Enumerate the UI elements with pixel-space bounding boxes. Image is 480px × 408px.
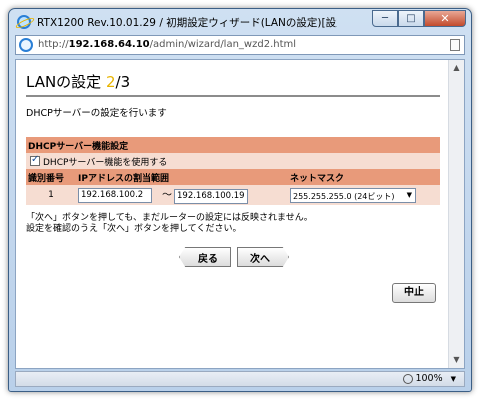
cancel-button[interactable]: 中止: [392, 283, 436, 303]
netmask-select[interactable]: 255.255.255.0 (24ビット) ▼: [290, 187, 416, 203]
title-bar[interactable]: RTX1200 Rev.10.01.29 / 初期設定ウィザード(LANの設定)…: [9, 9, 471, 35]
ie-logo-icon: [17, 15, 31, 29]
back-button[interactable]: 戻る: [179, 247, 231, 267]
content-viewport: LANの設定 2/3 DHCPサーバーの設定を行います DHCPサーバー機能設定…: [15, 59, 465, 369]
range-start-cell: [76, 185, 158, 205]
wizard-nav: 戻る 次へ: [26, 247, 442, 267]
checkmark-icon: ✓: [31, 154, 40, 165]
close-button[interactable]: ✕: [424, 10, 466, 27]
cancel-row: 中止: [26, 283, 442, 303]
note-line-1: 「次へ」ボタンを押しても、まだルーターの設定には反映されません。: [26, 213, 313, 223]
table-row: 1 〜 255.255.255.0 (24ビット) ▼: [26, 185, 440, 205]
netmask-cell: 255.255.255.0 (24ビット) ▼: [288, 185, 440, 205]
status-bar: 100% ▼: [15, 371, 465, 387]
address-bar[interactable]: http://192.168.64.10/admin/wizard/lan_wz…: [15, 35, 465, 55]
scroll-down-arrow-icon[interactable]: ▼: [451, 354, 462, 366]
notes: 「次へ」ボタンを押しても、まだルーターの設定には反映されません。 設定を確認のう…: [26, 213, 442, 235]
step-current: 2: [105, 73, 116, 91]
next-button[interactable]: 次へ: [237, 247, 289, 267]
dhcp-enable-checkbox[interactable]: ✓: [30, 154, 40, 166]
page-globe-icon: [19, 38, 33, 52]
page-title: LANの設定 2/3: [26, 73, 131, 91]
note-line-2: 設定を確認のうえ「次へ」ボタンを押してください。: [26, 224, 242, 234]
wizard-page: LANの設定 2/3 DHCPサーバーの設定を行います DHCPサーバー機能設定…: [26, 72, 442, 303]
vertical-scrollbar[interactable]: ▲ ▼: [448, 60, 464, 368]
url-text: http://192.168.64.10/admin/wizard/lan_wz…: [38, 39, 297, 50]
col-header-mask: ネットマスク: [290, 173, 345, 184]
minimize-button[interactable]: ─: [372, 10, 398, 27]
range-end-input[interactable]: [174, 188, 248, 204]
browser-window: RTX1200 Rev.10.01.29 / 初期設定ウィザード(LANの設定)…: [8, 8, 472, 392]
step-total: /3: [115, 73, 131, 91]
zoom-icon: [403, 373, 414, 384]
dropdown-arrow-icon: ▼: [406, 190, 412, 199]
maximize-button[interactable]: □: [398, 10, 424, 27]
col-header-id: 識別番号: [28, 173, 65, 184]
range-end-cell: 〜: [158, 185, 288, 205]
page-document-icon[interactable]: [450, 39, 460, 51]
zoom-dropdown-icon: ▼: [450, 375, 456, 383]
scroll-up-arrow-icon[interactable]: ▲: [451, 62, 462, 74]
zoom-level: 100%: [415, 373, 443, 384]
window-controls: ─ □ ✕: [372, 10, 466, 28]
row-id: 1: [48, 190, 54, 200]
range-start-input[interactable]: [78, 187, 152, 203]
dhcp-enable-label[interactable]: DHCPサーバー機能を使用する: [43, 158, 167, 168]
title-divider: [26, 95, 440, 97]
dhcp-enable-row: ✓ DHCPサーバー機能を使用する: [26, 153, 440, 169]
col-header-range: IPアドレスの割当範囲: [78, 173, 169, 184]
page-subtitle: DHCPサーバーの設定を行います: [26, 108, 167, 119]
range-separator: 〜: [162, 190, 172, 202]
dhcp-settings-table: DHCPサーバー機能設定 ✓ DHCPサーバー機能を使用する 識別番号 IPアドレ…: [26, 137, 440, 205]
netmask-value: 255.255.255.0 (24ビット): [293, 191, 395, 201]
zoom-control[interactable]: 100% ▼: [403, 373, 456, 384]
dhcp-section-title: DHCPサーバー機能設定: [28, 141, 129, 152]
window-title: RTX1200 Rev.10.01.29 / 初期設定ウィザード(LANの設定)…: [37, 17, 337, 29]
